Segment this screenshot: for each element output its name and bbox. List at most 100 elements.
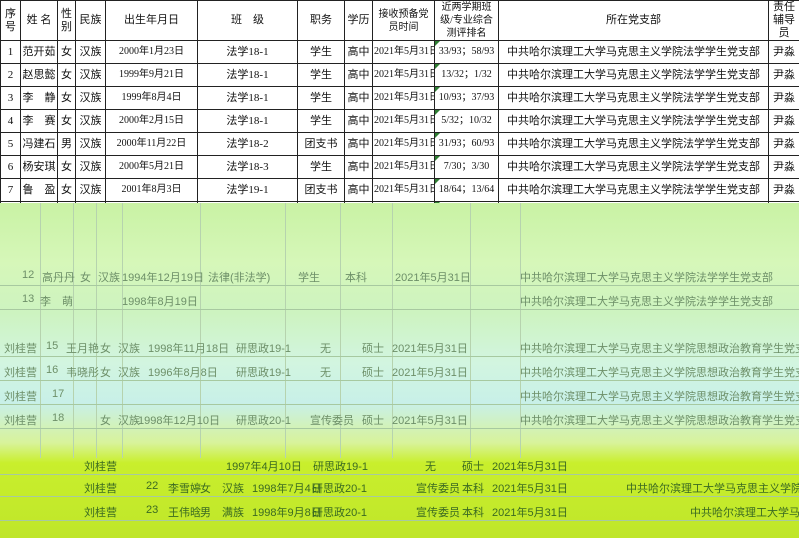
- garbled-cell-no: 12: [22, 269, 35, 281]
- garbled-cell-no: 16: [46, 364, 59, 376]
- cell-ethnic: 汉族: [75, 63, 106, 87]
- garbled-cell-name: 王伟晗: [168, 507, 201, 519]
- cell-duty: 学生: [297, 109, 345, 133]
- cell-branch: 中共哈尔滨理工大学马克思主义学院法学学生党支部: [498, 178, 769, 202]
- garbled-cell-sex: 女: [200, 483, 211, 495]
- cell-duty: 学生: [297, 155, 345, 179]
- party-member-table: 序号姓 名性别 民族 出生年月日班 级职务 学历 接收预备党员时间 近两学期班级/专业综合…: [0, 0, 799, 203]
- cell-no: 7: [0, 178, 21, 202]
- cell-class: 法学18-1: [197, 86, 298, 110]
- garbled-cell-name: 李 萌: [40, 296, 73, 308]
- cell-no: 3: [0, 86, 21, 110]
- cell-branch: 中共哈尔滨理工大学马克思主义学院法学学生党支部: [498, 40, 769, 64]
- cell-branch: 中共哈尔滨理工大学马克思主义学院法学学生党支部: [498, 63, 769, 87]
- table-row: 5 冯建石男汉族 2000年11月22日 法学18-2 团支书 高中 2021年5月31日 3…: [0, 132, 799, 156]
- col-header-ethnic: 民族: [75, 0, 106, 41]
- cell-name: 李 赛: [20, 109, 58, 133]
- cell-branch: 中共哈尔滨理工大学马克思主义学院法学学生党支部: [498, 155, 769, 179]
- garbled-cell-branch: 中共哈尔滨理工大学马克思主义学院思想政治教育学生党支部: [626, 483, 799, 495]
- cell-no: 6: [0, 155, 21, 179]
- garbled-cell-date: 2021年5月31日: [492, 461, 568, 473]
- cell-duty: 学生: [297, 86, 345, 110]
- garbled-cell-counselor: 刘桂营: [4, 343, 37, 355]
- table-row: 4李 赛女汉族 2000年2月15日 法学18-1 学生 高中 2021年5月31日 5/3…: [0, 109, 799, 133]
- garbled-cell-sex: 女: [100, 415, 111, 427]
- garbled-cell-edu: 硕士: [362, 343, 384, 355]
- col-header-education: 学历: [344, 0, 373, 41]
- garbled-row: 刘桂营 18 女汉族 1998年12月10日 研思政20-1 宣传委员 硕士 2021年5月3…: [0, 408, 799, 430]
- garbled-cell-no: 18: [52, 412, 65, 424]
- garbled-cell-birth: 1994年12月19日: [122, 272, 204, 284]
- garbled-cell-counselor: 刘桂营: [4, 391, 37, 403]
- garbled-cell-ethnic: 汉族: [118, 343, 140, 355]
- garbled-cell-birth: 1997年4月10日: [226, 461, 302, 473]
- garbled-cell-cls: 研思政19-1: [313, 461, 369, 473]
- cell-class: 法学19-1: [197, 178, 298, 202]
- cell-class: 法学18-1: [197, 40, 298, 64]
- cell-duty: 学生: [297, 63, 345, 87]
- cell-name: 李 静: [20, 86, 58, 110]
- garbled-cell-sex: 女: [100, 367, 111, 379]
- cell-birth: 2000年5月21日: [105, 155, 198, 179]
- garbled-cell-no: 13: [22, 293, 35, 305]
- garbled-cell-no: 15: [46, 340, 59, 352]
- garbled-cell-counselor: 刘桂营: [84, 507, 117, 519]
- cell-class: 法学18-1: [197, 63, 298, 87]
- garbled-cell-ethnic: 汉族: [118, 415, 140, 427]
- garbled-cell-duty: 宣传委员: [416, 483, 460, 495]
- garbled-row: 刘桂营 16 韦晓彤女汉族 1996年8月8日 研思政19-1 无 硕士 2021年5月31日…: [0, 360, 799, 382]
- cell-birth: 2001年8月3日: [105, 178, 198, 202]
- garbled-cell-birth: 1998年11月18日: [148, 343, 230, 355]
- cell-duty: 团支书: [297, 178, 345, 202]
- garbled-row: 22 李雪婷女汉族 1998年7月4日 研思政20-1 宣传委员 本科 2021年5月31日…: [0, 476, 799, 498]
- garbled-row: 13 李 萌 1998年8月19日 中共哈尔滨理工大学马克思主义学院法学学生党支部: [0, 289, 799, 311]
- cell-sex: 女: [57, 63, 76, 87]
- garbled-cell-branch: 中共哈尔滨理工大学马克思主义学院思想政治教育学生党支部: [690, 507, 799, 519]
- col-header-duty: 职务: [297, 0, 345, 41]
- cell-counselor: 尹淼: [768, 132, 799, 156]
- garbled-cell-sex: 男: [200, 507, 211, 519]
- table-row: 3李 静女汉族 1999年8月4日 法学18-1 学生 高中 2021年5月31日 10/9…: [0, 86, 799, 110]
- garbled-cell-birth: 1996年8月8日: [148, 367, 218, 379]
- garbled-cell-name: 李雪婷: [168, 483, 201, 495]
- cell-probation-date: 2021年5月31日: [372, 40, 435, 64]
- cell-probation-date: 2021年5月31日: [372, 155, 435, 179]
- cell-rank: 33/93；58/93: [434, 40, 499, 64]
- garbled-cell-edu: 硕士: [462, 461, 484, 473]
- cell-class: 法学18-2: [197, 132, 298, 156]
- garbled-cell-duty: 宣传委员: [310, 415, 354, 427]
- cell-sex: 男: [57, 132, 76, 156]
- cell-probation-date: 2021年5月31日: [372, 178, 435, 202]
- garbled-cell-cls: 研思政20-1: [236, 415, 292, 427]
- cell-no: 5: [0, 132, 21, 156]
- garbled-cell-ethnic: 汉族: [98, 272, 120, 284]
- garbled-cell-date: 2021年5月31日: [492, 483, 568, 495]
- cell-birth: 2000年2月15日: [105, 109, 198, 133]
- corrupted-image-region: 12 高丹丹女汉族 1994年12月19日 法律(非法学) 学生 本科 2021年5月31日…: [0, 203, 799, 538]
- cell-education: 高中: [344, 40, 373, 64]
- garbled-cell-ethnic: 汉族: [118, 367, 140, 379]
- col-header-probation-date: 接收预备党员时间: [372, 0, 435, 41]
- cell-branch: 中共哈尔滨理工大学马克思主义学院法学学生党支部: [498, 86, 769, 110]
- garbled-cell-branch: 中共哈尔滨理工大学马克思主义学院思想政治教育学生党支部: [520, 391, 799, 403]
- garbled-cell-branch: 中共哈尔滨理工大学马克思主义学院思想政治教育学生党支部: [520, 415, 799, 427]
- cell-counselor: 尹淼: [768, 63, 799, 87]
- garbled-cell-name: 高丹丹: [42, 272, 75, 284]
- cell-ethnic: 汉族: [75, 109, 106, 133]
- col-header-no: 序号: [0, 0, 21, 41]
- garbled-cell-duty: 宣传委员: [416, 507, 460, 519]
- col-header-sex: 性别: [57, 0, 76, 41]
- cell-rank: 7/30；3/30: [434, 155, 499, 179]
- cell-no: 1: [0, 40, 21, 64]
- cell-rank: 10/93；37/93: [434, 86, 499, 110]
- cell-name: 冯建石: [20, 132, 58, 156]
- cell-name: 范开茹: [20, 40, 58, 64]
- cell-rank: 18/64；13/64: [434, 178, 499, 202]
- cell-no: 2: [0, 63, 21, 87]
- garbled-cell-counselor: 刘桂营: [84, 483, 117, 495]
- garbled-row: 刘桂营 17 中共哈尔滨理工大学马克思主义学院思想政治教育学生党支部: [0, 384, 799, 406]
- garbled-cell-edu: 硕士: [362, 415, 384, 427]
- garbled-cell-sex: 女: [80, 272, 91, 284]
- garbled-row: 1997年4月10日 研思政19-1 无 硕士 2021年5月31日 刘桂营: [0, 454, 799, 476]
- cell-sex: 女: [57, 86, 76, 110]
